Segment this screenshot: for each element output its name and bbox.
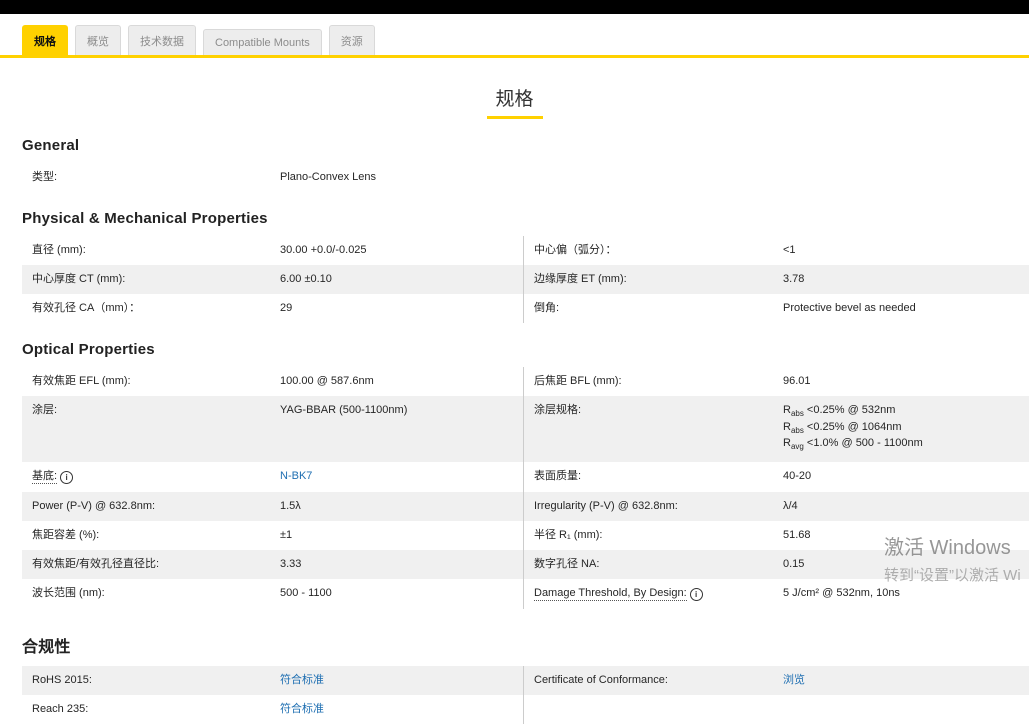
section-heading-optical: Optical Properties — [22, 341, 1029, 358]
spec-value: 符合标准 — [280, 666, 523, 695]
spec-value: 96.01 — [783, 367, 1029, 396]
table-row: 焦距容差 (%): ±1 半径 R₁ (mm): 51.68 — [22, 521, 1029, 550]
spec-value — [783, 695, 1029, 724]
spec-label: RoHS 2015: — [22, 666, 280, 695]
spec-value: 1.5λ — [280, 492, 523, 521]
spec-value: 0.15 — [783, 550, 1029, 579]
spec-label — [523, 695, 783, 724]
spec-table: General 类型: Plano-Convex Lens Physical &… — [0, 137, 1029, 724]
tab-bar: 规格 概览 技术数据 Compatible Mounts 资源 — [0, 14, 1029, 58]
spec-value: λ/4 — [783, 492, 1029, 521]
spec-label: Reach 235: — [22, 695, 280, 724]
spec-value: YAG-BBAR (500-1100nm) — [280, 396, 523, 462]
spec-label: Damage Threshold, By Design:i — [523, 579, 783, 609]
spec-label: 焦距容差 (%): — [22, 521, 280, 550]
spec-value: 100.00 @ 587.6nm — [280, 367, 523, 396]
page-title-underline — [487, 116, 543, 119]
spec-value: 29 — [280, 294, 523, 323]
coating-spec-line: Ravg <1.0% @ 500 - 1100nm — [783, 437, 1021, 454]
tab-compatible-mounts[interactable]: Compatible Mounts — [203, 29, 322, 55]
spec-label: 表面质量: — [523, 462, 783, 492]
page-title: 规格 — [495, 84, 533, 111]
section-heading-physical: Physical & Mechanical Properties — [22, 210, 1029, 227]
spec-value: 3.78 — [783, 265, 1029, 294]
table-row: 类型: Plano-Convex Lens — [22, 163, 1029, 192]
info-icon[interactable]: i — [60, 471, 73, 484]
table-row: Reach 235: 符合标准 — [22, 695, 1029, 724]
spec-label: 波长范围 (nm): — [22, 579, 280, 609]
table-row: 有效焦距 EFL (mm): 100.00 @ 587.6nm 后焦距 BFL … — [22, 367, 1029, 396]
spec-label: Irregularity (P-V) @ 632.8nm: — [523, 492, 783, 521]
spec-label: 直径 (mm): — [22, 236, 280, 265]
table-row: 有效孔径 CA（mm）： 29 倒角: Protective bevel as … — [22, 294, 1029, 323]
spec-label: 有效焦距/有效孔径直径比: — [22, 550, 280, 579]
spec-label: 涂层规格: — [523, 396, 783, 462]
coating-spec-line: Rabs <0.25% @ 532nm — [783, 404, 1021, 421]
top-bar — [0, 0, 1029, 14]
page-title-wrap: 规格 — [0, 84, 1029, 119]
spec-label: 有效孔径 CA（mm）： — [22, 294, 280, 323]
section-heading-compliance: 合规性 — [22, 633, 1029, 657]
section-heading-general: General — [22, 137, 1029, 154]
spec-label: 基底:i — [22, 462, 280, 492]
spec-value: 6.00 ±0.10 — [280, 265, 523, 294]
spec-label: 中心偏（弧分）： — [523, 236, 783, 265]
spec-value: 51.68 — [783, 521, 1029, 550]
table-row: RoHS 2015: 符合标准 Certificate of Conforman… — [22, 666, 1029, 695]
table-row: 有效焦距/有效孔径直径比: 3.33 数字孔径 NA: 0.15 — [22, 550, 1029, 579]
table-row-coating: 涂层: YAG-BBAR (500-1100nm) 涂层规格: Rabs <0.… — [22, 396, 1029, 462]
spec-label: 数字孔径 NA: — [523, 550, 783, 579]
spec-value: 符合标准 — [280, 695, 523, 724]
reach-compliant-link[interactable]: 符合标准 — [280, 703, 324, 715]
spec-label: 后焦距 BFL (mm): — [523, 367, 783, 396]
certificate-view-link[interactable]: 浏览 — [783, 674, 805, 686]
tab-specs[interactable]: 规格 — [22, 25, 68, 55]
coating-spec-line: Rabs <0.25% @ 1064nm — [783, 421, 1021, 438]
spec-value: 3.33 — [280, 550, 523, 579]
table-row: Power (P-V) @ 632.8nm: 1.5λ Irregularity… — [22, 492, 1029, 521]
spec-label: 类型: — [22, 163, 280, 192]
rohs-compliant-link[interactable]: 符合标准 — [280, 674, 324, 686]
spec-value: ±1 — [280, 521, 523, 550]
spec-value: 浏览 — [783, 666, 1029, 695]
spec-label: 半径 R₁ (mm): — [523, 521, 783, 550]
table-row: 中心厚度 CT (mm): 6.00 ±0.10 边缘厚度 ET (mm): 3… — [22, 265, 1029, 294]
spec-value: 500 - 1100 — [280, 579, 523, 609]
table-row-substrate: 基底:i N-BK7 表面质量: 40-20 — [22, 462, 1029, 492]
spec-label: Certificate of Conformance: — [523, 666, 783, 695]
spec-value: 5 J/cm² @ 532nm, 10ns — [783, 579, 1029, 609]
spec-value: N-BK7 — [280, 462, 523, 492]
table-row-damage-threshold: 波长范围 (nm): 500 - 1100 Damage Threshold, … — [22, 579, 1029, 609]
table-row: 直径 (mm): 30.00 +0.0/-0.025 中心偏（弧分）： <1 — [22, 236, 1029, 265]
spec-label: Power (P-V) @ 632.8nm: — [22, 492, 280, 521]
tab-technical-data[interactable]: 技术数据 — [128, 25, 196, 55]
spec-label: 倒角: — [523, 294, 783, 323]
spec-value: Protective bevel as needed — [783, 294, 1029, 323]
spec-label: 中心厚度 CT (mm): — [22, 265, 280, 294]
spec-value: 40-20 — [783, 462, 1029, 492]
info-icon[interactable]: i — [690, 588, 703, 601]
spec-label: 边缘厚度 ET (mm): — [523, 265, 783, 294]
spec-label: 涂层: — [22, 396, 280, 462]
spec-value: 30.00 +0.0/-0.025 — [280, 236, 523, 265]
spec-value: <1 — [783, 236, 1029, 265]
spec-value-coating-spec: Rabs <0.25% @ 532nm Rabs <0.25% @ 1064nm… — [783, 396, 1029, 462]
spec-value: Plano-Convex Lens — [280, 163, 1029, 192]
spec-label: 有效焦距 EFL (mm): — [22, 367, 280, 396]
substrate-link[interactable]: N-BK7 — [280, 470, 312, 482]
tab-resources[interactable]: 资源 — [329, 25, 375, 55]
tab-overview[interactable]: 概览 — [75, 25, 121, 55]
